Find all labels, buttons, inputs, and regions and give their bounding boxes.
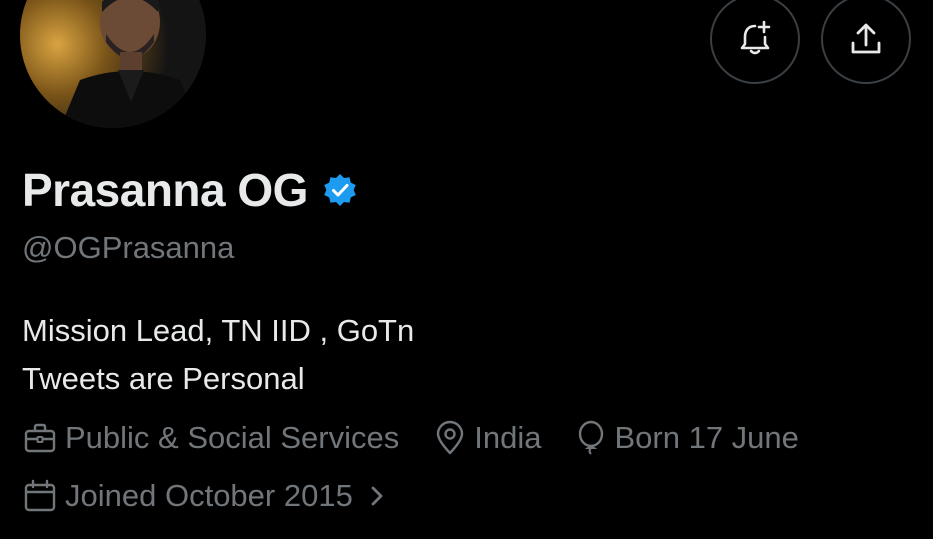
profile-avatar[interactable] xyxy=(20,0,206,128)
share-button[interactable] xyxy=(821,0,911,84)
chevron-right-icon[interactable] xyxy=(367,482,387,510)
location-text: India xyxy=(474,420,542,455)
display-name: Prasanna OG xyxy=(22,164,308,216)
category-text: Public & Social Services xyxy=(65,420,400,455)
profile-handle: @OGPrasanna xyxy=(22,230,235,265)
profile-name-row: Prasanna OG xyxy=(22,163,358,217)
profile-joined[interactable]: Joined October 2015 xyxy=(22,478,387,514)
bell-plus-icon xyxy=(740,20,771,55)
bio-line: Tweets are Personal xyxy=(22,361,305,396)
profile-joined-row[interactable]: Joined October 2015 xyxy=(22,478,387,514)
bio-line: Mission Lead, TN IID , GoTn xyxy=(22,313,415,348)
profile-category: Public & Social Services xyxy=(22,420,399,456)
joined-text: Joined October 2015 xyxy=(65,478,353,513)
notifications-button[interactable] xyxy=(710,0,800,84)
profile-bio: Mission Lead, TN IID , GoTn Tweets are P… xyxy=(22,307,414,403)
profile-birthday: Born 17 June xyxy=(575,420,799,456)
location-pin-icon xyxy=(437,420,464,455)
balloon-icon xyxy=(579,420,604,455)
calendar-icon xyxy=(24,479,56,512)
profile-location: India xyxy=(433,420,541,456)
share-icon xyxy=(851,23,881,54)
profile-meta-row: Public & Social Services India Born 17 J… xyxy=(22,420,833,456)
avatar-photo xyxy=(20,0,206,128)
briefcase-icon xyxy=(24,423,56,453)
verified-badge-icon[interactable] xyxy=(322,172,358,208)
birthday-text: Born 17 June xyxy=(614,420,799,455)
